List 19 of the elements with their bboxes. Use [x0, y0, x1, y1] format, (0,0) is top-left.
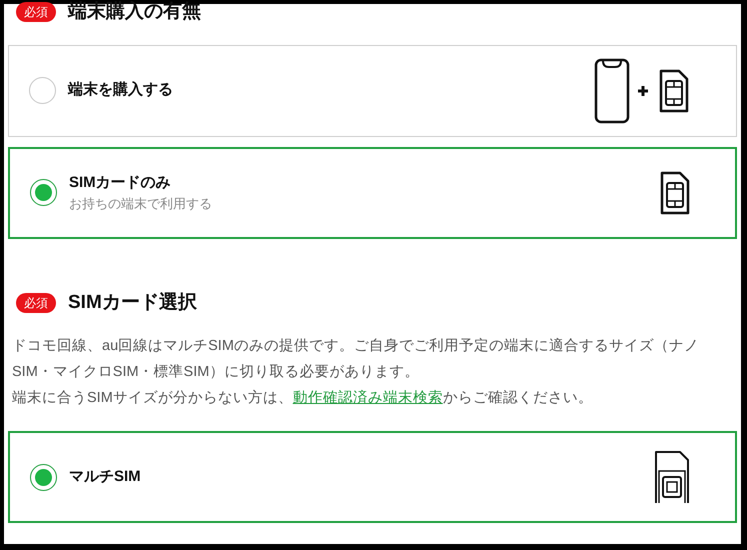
device-search-link[interactable]: 動作確認済み端末検索	[292, 390, 443, 406]
sim-card-icon	[659, 170, 691, 216]
required-badge: 必須	[16, 2, 56, 22]
option-sublabel: お持ちの端末で利用する	[69, 195, 212, 213]
option-label: 端末を購入する	[68, 80, 173, 100]
option-card[interactable]: 端末を購入する	[8, 44, 737, 136]
section-title: 端末購入の有無	[68, 0, 201, 24]
option-card[interactable]: SIMカードのみ お持ちの端末で利用する	[8, 146, 737, 238]
section-title: SIMカード選択	[68, 290, 197, 314]
option-label: マルチSIM	[69, 466, 141, 487]
radio-button[interactable]	[30, 464, 57, 490]
required-badge: 必須	[16, 292, 56, 313]
description-text: 端末に合うSIMサイズが分からない方は、動作確認済み端末検索からご確認ください。	[12, 388, 594, 408]
multi-sim-card-icon	[653, 449, 691, 505]
option-label: SIMカードのみ	[69, 172, 172, 192]
radio-button[interactable]	[29, 77, 56, 104]
option-card[interactable]: マルチSIM	[8, 431, 737, 523]
description-text: ドコモ回線、au回線はマルチSIMのみの提供です。ご自身でご利用予定の端末に適合するサイズ（ナノSIM・マイクロSIM・標準SIM）に切り取る必要があります。	[12, 336, 700, 382]
radio-button[interactable]	[30, 179, 57, 206]
